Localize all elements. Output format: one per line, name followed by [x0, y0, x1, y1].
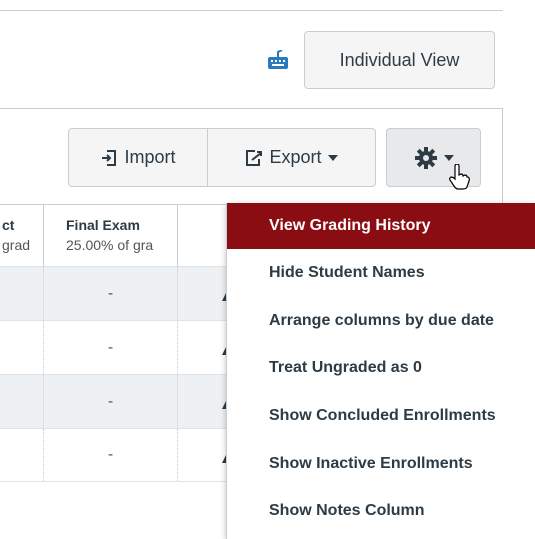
table-row: -: [0, 320, 230, 374]
menu-item-arrange-columns-by-due-date[interactable]: Arrange columns by due date: [227, 297, 535, 345]
import-export-group: Import Export: [68, 128, 376, 187]
gradebook-settings-menu: View Grading History Hide Student Names …: [226, 203, 535, 539]
export-icon: [246, 149, 263, 166]
individual-view-button[interactable]: Individual View: [304, 31, 495, 89]
table-row: -: [0, 374, 230, 428]
grade-cell-final-exam[interactable]: -: [44, 375, 178, 428]
keyboard-icon[interactable]: [267, 50, 289, 70]
import-icon: [102, 149, 117, 166]
export-label: Export: [269, 147, 322, 167]
column-subtitle: grad: [2, 237, 31, 253]
caret-down-icon: [327, 154, 338, 161]
menu-item-show-concluded-enrollments[interactable]: Show Concluded Enrollments: [227, 392, 535, 440]
grade-cell[interactable]: [178, 321, 230, 374]
caret-down-icon: [443, 154, 454, 161]
column-title: Final Exam: [66, 217, 140, 233]
grade-cell-final-exam[interactable]: -: [44, 429, 178, 481]
import-label: Import: [124, 147, 176, 167]
column-header[interactable]: [178, 205, 230, 266]
column-header-final-exam[interactable]: Final Exam 25.00% of gra: [44, 205, 178, 266]
column-title: ct: [2, 217, 15, 233]
grid-header: ct grad Final Exam 25.00% of gra: [0, 204, 230, 266]
top-divider: [0, 10, 503, 11]
menu-item-show-inactive-enrollments[interactable]: Show Inactive Enrollments: [227, 440, 535, 488]
grade-cell[interactable]: [0, 267, 44, 320]
gear-icon: [414, 146, 437, 169]
grade-cell[interactable]: [178, 267, 230, 320]
hand-cursor-icon: [449, 164, 470, 190]
import-button[interactable]: Import: [69, 129, 208, 186]
menu-item-view-grading-history[interactable]: View Grading History: [227, 203, 535, 249]
grade-cell[interactable]: [0, 321, 44, 374]
grade-cell[interactable]: [0, 429, 44, 481]
export-button[interactable]: Export: [208, 129, 375, 186]
grade-cell-final-exam[interactable]: -: [44, 321, 178, 374]
grade-cell[interactable]: [178, 429, 230, 481]
table-row: -: [0, 266, 230, 320]
grade-cell-final-exam[interactable]: -: [44, 267, 178, 320]
menu-item-treat-ungraded-as-0[interactable]: Treat Ungraded as 0: [227, 344, 535, 392]
individual-view-label: Individual View: [339, 49, 460, 70]
column-subtitle: 25.00% of gra: [66, 237, 154, 253]
table-row: -: [0, 428, 230, 482]
menu-item-hide-student-names[interactable]: Hide Student Names: [227, 249, 535, 297]
grade-cell[interactable]: [178, 375, 230, 428]
grade-cell[interactable]: [0, 375, 44, 428]
menu-item-show-notes-column[interactable]: Show Notes Column: [227, 487, 535, 535]
column-header[interactable]: ct grad: [0, 205, 44, 266]
